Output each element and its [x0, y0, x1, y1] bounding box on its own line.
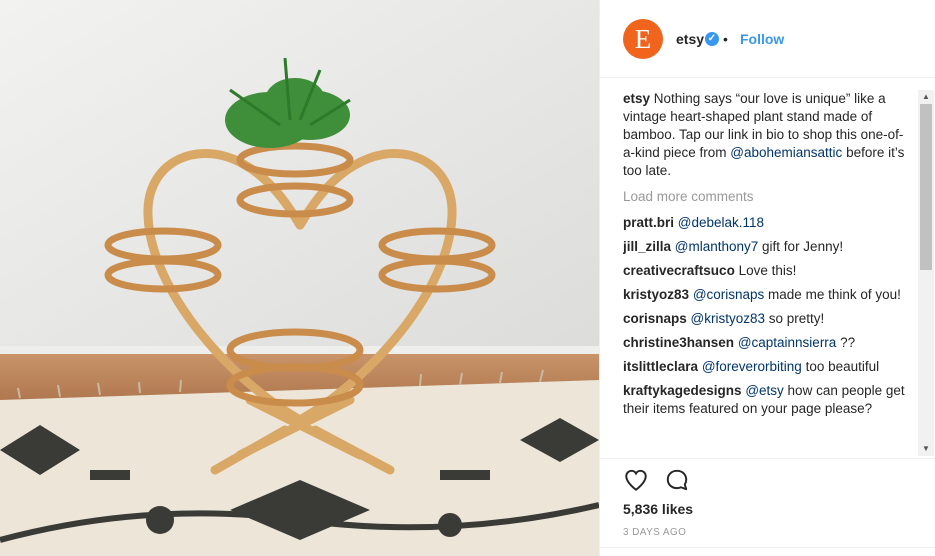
caption-username[interactable]: etsy	[623, 91, 650, 106]
comment-username[interactable]: creativecraftsuco	[623, 263, 735, 278]
scroll-down-arrow-icon[interactable]: ▼	[918, 442, 934, 456]
comment-text: so pretty!	[765, 311, 825, 326]
comment-username[interactable]: pratt.bri	[623, 215, 674, 230]
comment-item: creativecraftsuco Love this!	[623, 262, 913, 280]
comment-text: too beautiful	[801, 359, 880, 374]
comment-mention[interactable]: @debelak.118	[678, 215, 764, 230]
follow-button[interactable]: Follow	[740, 31, 784, 47]
comment-item: itslittleclara @foreverorbiting too beau…	[623, 358, 913, 376]
comment-username[interactable]: christine3hansen	[623, 335, 734, 350]
caption: etsy Nothing says “our love is unique” l…	[623, 90, 913, 180]
post-header: E etsy ✓ • Follow	[600, 0, 935, 78]
divider	[600, 547, 935, 548]
username-link[interactable]: etsy	[676, 31, 704, 47]
comment-item: jill_zilla @mlanthony7 gift for Jenny!	[623, 238, 913, 256]
comment-text: made me think of you!	[764, 287, 901, 302]
load-more-comments-button[interactable]: Load more comments	[623, 188, 913, 206]
post-actions: 5,836 likes 3 DAYS AGO	[600, 458, 935, 556]
comment-item: corisnaps @kristyoz83 so pretty!	[623, 310, 913, 328]
comments-list[interactable]: etsy Nothing says “our love is unique” l…	[623, 90, 913, 454]
separator-dot: •	[723, 31, 728, 47]
comment-mention[interactable]: @foreverorbiting	[702, 359, 802, 374]
comment-username[interactable]: corisnaps	[623, 311, 687, 326]
comment-username[interactable]: kristyoz83	[623, 287, 689, 302]
comment-username[interactable]: itslittleclara	[623, 359, 698, 374]
comment-item: kristyoz83 @corisnaps made me think of y…	[623, 286, 913, 304]
comments-scrollbar[interactable]: ▲ ▼	[918, 90, 934, 456]
comment-item: kraftykagedesigns @etsy how can people g…	[623, 382, 913, 418]
comment-text: ??	[836, 335, 856, 350]
comment-text: Love this!	[734, 263, 797, 278]
comment-mention[interactable]: @corisnaps	[693, 287, 764, 302]
heart-plant-stand-image	[0, 0, 599, 556]
caption-mention[interactable]: @abohemiansattic	[730, 145, 842, 160]
verified-badge-icon: ✓	[705, 32, 719, 46]
heart-outline-icon[interactable]	[623, 467, 649, 493]
comment-username[interactable]: jill_zilla	[623, 239, 671, 254]
post-sidebar: E etsy ✓ • Follow etsy Nothing says “our…	[599, 0, 935, 556]
comment-bubble-icon[interactable]	[664, 467, 690, 493]
scroll-up-arrow-icon[interactable]: ▲	[918, 90, 934, 104]
comment-item: pratt.bri @debelak.118	[623, 214, 913, 232]
avatar[interactable]: E	[623, 19, 663, 59]
scroll-thumb[interactable]	[920, 104, 932, 270]
post-photo[interactable]	[0, 0, 599, 556]
comment-text: gift for Jenny!	[758, 239, 844, 254]
likes-count[interactable]: 5,836 likes	[623, 501, 693, 517]
comment-username[interactable]: kraftykagedesigns	[623, 383, 742, 398]
comment-mention[interactable]: @etsy	[745, 383, 783, 398]
post-timestamp: 3 DAYS AGO	[623, 527, 687, 538]
comment-mention[interactable]: @kristyoz83	[691, 311, 765, 326]
comment-mention[interactable]: @captainnsierra	[738, 335, 837, 350]
comment-item: christine3hansen @captainnsierra ??	[623, 334, 913, 352]
comment-mention[interactable]: @mlanthony7	[675, 239, 759, 254]
